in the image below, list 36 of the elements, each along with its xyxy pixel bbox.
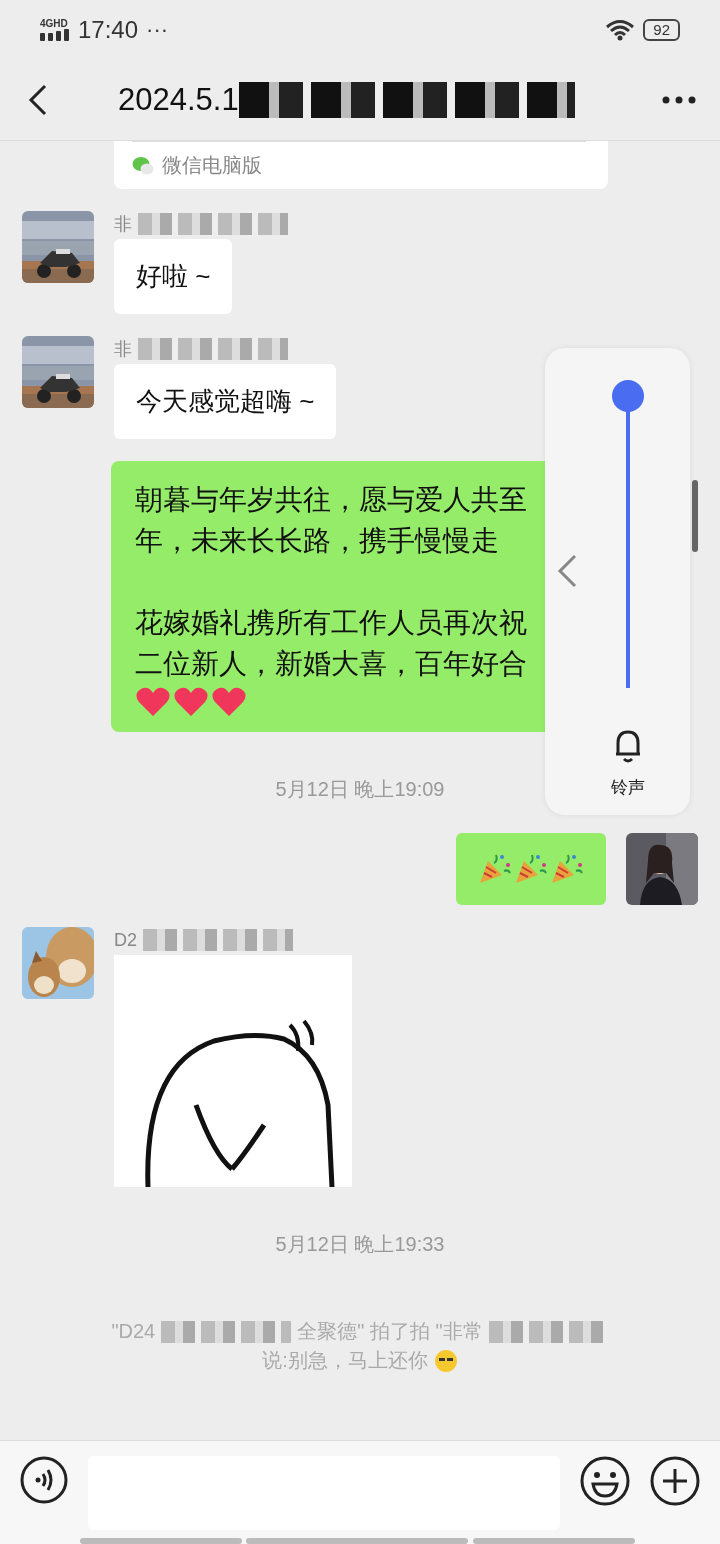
chevron-left-icon[interactable] xyxy=(556,554,578,588)
source-label: 微信电脑版 xyxy=(162,153,262,178)
sender-name: D2 xyxy=(114,929,137,951)
message-line: 朝暮与年岁共往，愿与爱人共至 xyxy=(135,483,528,517)
system-notice: 说:别急，马上还你 xyxy=(262,1348,428,1373)
message-line: 年，未来长长路，携手慢慢走 xyxy=(135,524,500,558)
emoji-icon xyxy=(433,1348,458,1373)
sender-name: 非 xyxy=(114,213,132,236)
more-dots: ··· xyxy=(146,17,169,43)
sender-name: 非 xyxy=(114,338,132,361)
more-icon[interactable] xyxy=(662,96,696,104)
timestamp: 5月12日 晚上19:09 xyxy=(275,777,445,802)
message-bubble: 今天感觉超嗨 ~ xyxy=(114,364,337,439)
voice-icon[interactable] xyxy=(20,1456,68,1504)
heart-icon xyxy=(173,686,209,718)
message-line: 花嫁婚礼携所有工作人员再次祝 xyxy=(135,606,528,640)
chat-title: 2024.5.1 xyxy=(118,82,239,118)
wifi-icon xyxy=(605,19,636,41)
signal-icon xyxy=(40,29,70,41)
back-icon[interactable] xyxy=(28,84,48,116)
heart-icon xyxy=(211,686,247,718)
emoji-icon[interactable] xyxy=(580,1456,630,1506)
plus-icon[interactable] xyxy=(650,1456,700,1506)
message-line: 二位新人，新婚大喜，百年好合 xyxy=(135,647,528,681)
scrollbar xyxy=(692,480,698,552)
timestamp: 5月12日 晚上19:33 xyxy=(275,1232,445,1257)
heart-icon xyxy=(135,686,171,718)
system-notice: "D24 xyxy=(111,1320,156,1343)
link-card[interactable]: 微信电脑版 xyxy=(114,141,608,189)
ringtone-label: 铃声 xyxy=(610,777,646,799)
clock: 17:40 xyxy=(78,16,139,44)
network-label: 4GHD xyxy=(40,19,68,29)
battery-indicator: 92 xyxy=(643,19,680,41)
message-bubble: 好啦 ~ xyxy=(114,239,233,314)
chat-bubbles-icon xyxy=(132,155,154,176)
system-notice: 全聚德" 拍了拍 "非常 xyxy=(297,1319,483,1344)
